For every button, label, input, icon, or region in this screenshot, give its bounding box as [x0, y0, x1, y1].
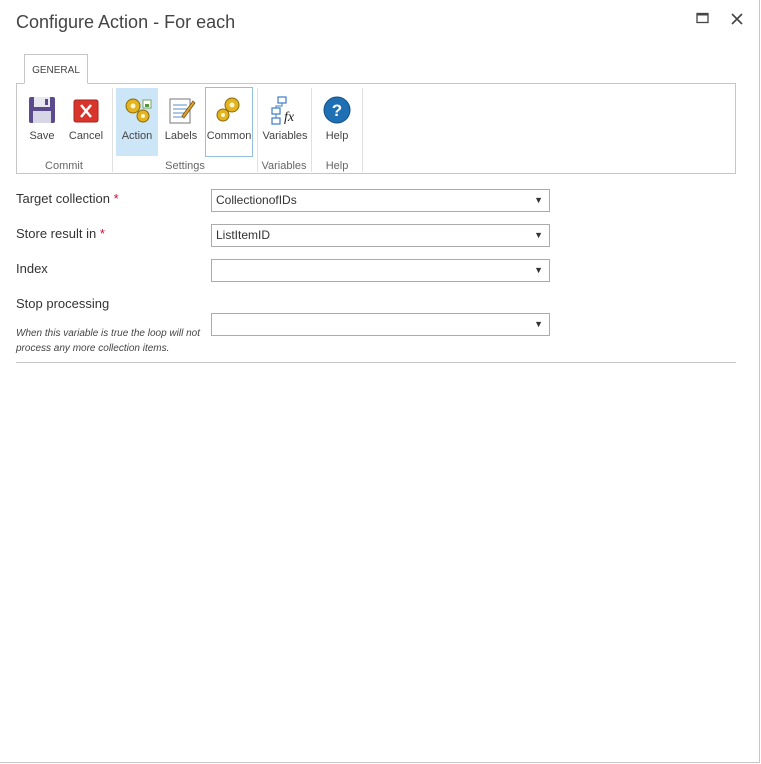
dialog-title: Configure Action - For each	[16, 12, 236, 32]
maximize-icon	[696, 12, 709, 24]
svg-text:?: ?	[332, 101, 342, 120]
help-label: Help	[325, 130, 349, 142]
target-collection-label: Target collection *	[16, 191, 119, 206]
required-marker: *	[113, 191, 119, 206]
help-button[interactable]: ? Help	[316, 88, 358, 156]
group-label-help: Help	[325, 160, 349, 172]
stop-processing-help: When this variable is true the loop will…	[16, 328, 200, 354]
target-collection-select[interactable]: CollectionofIDs ▼	[211, 189, 550, 212]
configure-action-dialog: Configure Action - For each GENERAL Save	[0, 0, 760, 763]
gears-icon	[125, 98, 152, 123]
variables-button[interactable]: fx Variables	[261, 88, 309, 156]
floppy-disk-icon	[29, 97, 55, 123]
group-label-settings: Settings	[165, 160, 205, 172]
group-label-commit: Commit	[45, 160, 83, 172]
maximize-button[interactable]	[694, 10, 712, 28]
chevron-down-icon: ▼	[534, 319, 543, 329]
store-result-in-value: ListItemID	[216, 228, 271, 242]
required-marker: *	[99, 226, 105, 241]
variables-fx-icon: fx	[271, 96, 295, 125]
ribbon: Save Cancel Commit Action Labels Common …	[16, 83, 736, 174]
help-icon: ?	[323, 96, 351, 124]
variables-label: Variables	[262, 130, 308, 142]
chevron-down-icon: ▼	[534, 265, 543, 275]
stop-processing-select[interactable]: ▼	[211, 313, 550, 336]
labels-label: Labels	[164, 130, 198, 142]
store-result-in-label: Store result in *	[16, 226, 105, 241]
svg-text:fx: fx	[284, 110, 295, 125]
group-divider	[362, 88, 363, 172]
save-button[interactable]: Save	[21, 88, 63, 156]
common-button[interactable]: Common	[205, 87, 253, 157]
cancel-label: Cancel	[68, 130, 104, 142]
group-label-variables: Variables	[261, 160, 307, 172]
chevron-down-icon: ▼	[534, 195, 543, 205]
save-label: Save	[29, 130, 55, 142]
close-button[interactable]	[728, 10, 746, 28]
stop-processing-label: Stop processing	[16, 296, 110, 311]
common-label: Common	[206, 130, 252, 142]
labels-button[interactable]: Labels	[160, 88, 202, 156]
cancel-button[interactable]: Cancel	[65, 88, 107, 156]
cancel-icon	[73, 99, 99, 123]
notepad-pencil-icon	[169, 98, 196, 124]
close-icon	[731, 13, 743, 25]
form-divider	[16, 362, 736, 363]
gears-icon	[216, 97, 240, 122]
action-button[interactable]: Action	[116, 88, 158, 156]
chevron-down-icon: ▼	[534, 230, 543, 240]
target-collection-value: CollectionofIDs	[216, 193, 297, 207]
action-label: Action	[121, 130, 153, 142]
store-result-in-select[interactable]: ListItemID ▼	[211, 224, 550, 247]
index-label: Index	[16, 261, 48, 276]
tab-general[interactable]: GENERAL	[24, 54, 88, 84]
index-select[interactable]: ▼	[211, 259, 550, 282]
